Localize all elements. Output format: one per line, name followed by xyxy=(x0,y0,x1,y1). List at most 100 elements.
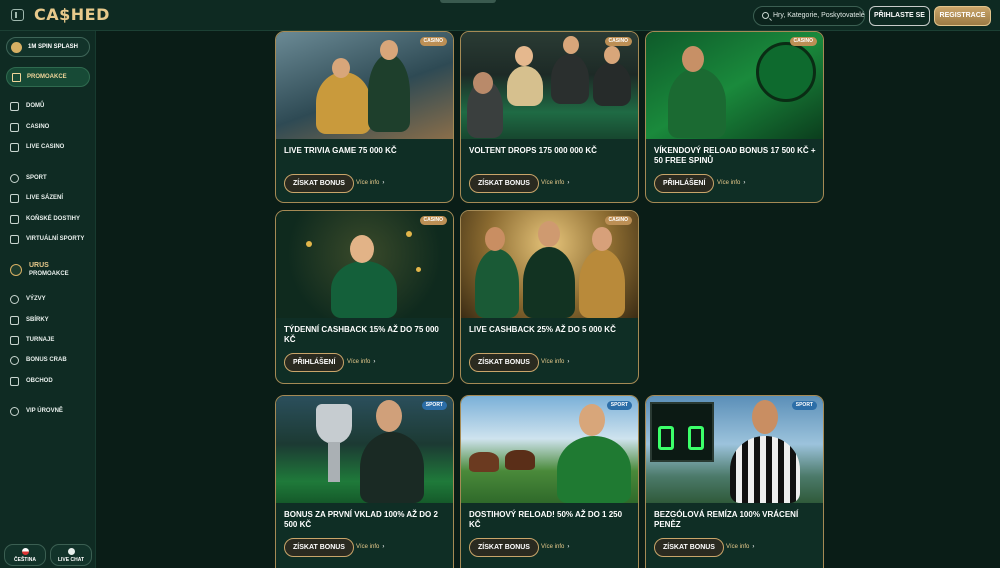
woman-figure-icon xyxy=(331,261,397,318)
promo-card[interactable]: CASINO LIVE CASHBACK 25% AŽ DO 5 000 KČ … xyxy=(460,210,639,384)
promo-card[interactable]: SPORT BEZGÓLOVÁ REMÍZA 100% VRÁCENÍ PENĚ… xyxy=(645,395,824,568)
claim-bonus-button[interactable]: ZÍSKAT BONUS xyxy=(654,538,724,557)
sidebar-item-live-betting[interactable]: LIVE SÁZENÍ xyxy=(10,192,90,206)
man-head-icon xyxy=(563,36,579,54)
sidebar-item-virtual-sports[interactable]: VIRTUÁLNÍ SPORTY xyxy=(10,233,90,247)
sidebar-item-challenges[interactable]: VÝZVY xyxy=(10,293,90,307)
shop-icon xyxy=(10,377,19,386)
woman-head-icon xyxy=(350,235,374,263)
chevron-right-icon: › xyxy=(752,544,755,550)
urus-subtitle: PROMOAKCE xyxy=(29,271,69,277)
more-info-label: Více info xyxy=(717,180,741,186)
woman-head-icon xyxy=(592,227,612,251)
sidebar-item-casino[interactable]: CASINO xyxy=(10,121,90,135)
sidebar-item-label: OBCHOD xyxy=(26,378,53,384)
woman-head-icon xyxy=(332,58,350,78)
sidebar-item-bonus-crab[interactable]: BONUS CRAB xyxy=(10,354,90,368)
claim-bonus-button[interactable]: ZÍSKAT BONUS xyxy=(284,174,354,193)
promo-card-image: CASINO xyxy=(461,211,638,318)
sidebar-item-label: LIVE CASINO xyxy=(26,144,65,150)
more-info-label: Více info xyxy=(541,359,565,365)
category-badge: CASINO xyxy=(604,37,632,46)
claim-bonus-button[interactable]: ZÍSKAT BONUS xyxy=(469,353,539,372)
search-input[interactable]: Hry, Kategorie, Poskytovatelé xyxy=(753,6,865,26)
more-info-label: Více info xyxy=(541,544,565,550)
sidebar-item-label: CASINO xyxy=(26,124,50,130)
sidebar-item-promotions[interactable]: PROMOAKCE xyxy=(6,67,90,87)
chevron-right-icon: › xyxy=(567,359,570,365)
claim-bonus-button[interactable]: ZÍSKAT BONUS xyxy=(469,538,539,557)
promo-card-title: DOSTIHOVÝ RELOAD! 50% AŽ DO 1 250 KČ xyxy=(469,510,623,529)
coin-icon xyxy=(416,267,421,272)
spin-splash-button[interactable]: 1M SPIN SPLASH xyxy=(6,37,90,57)
czech-flag-icon xyxy=(22,548,29,555)
more-info-link[interactable]: Více info › xyxy=(541,180,569,186)
sidebar-item-sport[interactable]: SPORT xyxy=(10,172,90,186)
man-head-icon xyxy=(538,221,560,247)
woman-figure-icon xyxy=(579,249,625,318)
promo-card[interactable]: CASINO VOLTENT DROPS 175 000 000 KČ ZÍSK… xyxy=(460,31,639,203)
sidebar-item-horse-racing[interactable]: KOŇSKÉ DOSTIHY xyxy=(10,213,90,227)
category-badge: CASINO xyxy=(419,216,447,225)
more-info-link[interactable]: Více info › xyxy=(356,180,384,186)
sidebar-item-label: VIRTUÁLNÍ SPORTY xyxy=(26,236,85,242)
promo-card-title: LIVE TRIVIA GAME 75 000 KČ xyxy=(284,146,397,155)
promo-card-title: BEZGÓLOVÁ REMÍZA 100% VRÁCENÍ PENĚZ xyxy=(654,510,799,529)
promo-card-title: BONUS ZA PRVNÍ VKLAD 100% AŽ DO 2 500 KČ xyxy=(284,510,438,529)
chat-icon xyxy=(68,548,75,555)
register-button[interactable]: REGISTRACE xyxy=(934,6,991,26)
more-info-link[interactable]: Více info › xyxy=(726,544,754,550)
more-info-link[interactable]: Více info › xyxy=(541,359,569,365)
more-info-link[interactable]: Více info › xyxy=(717,180,745,186)
casino-icon xyxy=(10,123,19,132)
promo-card-image: CASINO xyxy=(276,211,453,318)
language-button[interactable]: ČEŠTINA xyxy=(4,544,46,566)
live-chat-button[interactable]: LIVE CHAT xyxy=(50,544,92,566)
promo-card[interactable]: CASINO LIVE TRIVIA GAME 75 000 KČ ZÍSKAT… xyxy=(275,31,454,203)
man-head-icon xyxy=(604,46,620,64)
man-head-icon xyxy=(682,46,704,72)
urus-title: URUS xyxy=(29,262,49,269)
more-info-link[interactable]: Více info › xyxy=(356,544,384,550)
virtual-sports-icon xyxy=(10,235,19,244)
sidebar-item-label: LIVE SÁZENÍ xyxy=(26,195,64,201)
promo-card[interactable]: CASINO VÍKENDOVÝ RELOAD BONUS 17 500 KČ … xyxy=(645,31,824,203)
promo-card[interactable]: SPORT BONUS ZA PRVNÍ VKLAD 100% AŽ DO 2 … xyxy=(275,395,454,568)
promotions-label: PROMOAKCE xyxy=(27,74,67,80)
sport-icon xyxy=(10,174,19,183)
man-figure-icon xyxy=(360,432,424,503)
login-button[interactable]: PŘIHLÁŠENÍ xyxy=(654,174,715,193)
category-badge: SPORT xyxy=(606,401,632,410)
sidebar-item-label: BONUS CRAB xyxy=(26,357,67,363)
sidebar-item-urus-promo[interactable]: URUS PROMOAKCE xyxy=(8,262,92,280)
sidebar-item-label: SPORT xyxy=(26,175,47,181)
claim-bonus-button[interactable]: ZÍSKAT BONUS xyxy=(284,538,354,557)
challenges-icon xyxy=(10,295,19,304)
more-info-label: Více info xyxy=(347,359,371,365)
login-button[interactable]: PŘIHLASTE SE xyxy=(869,6,930,26)
sidebar-item-vip[interactable]: VIP ÚROVNĚ xyxy=(10,405,90,419)
sidebar-item-home[interactable]: DOMŮ xyxy=(10,100,90,114)
sidebar-item-tournaments[interactable]: TURNAJE xyxy=(10,334,90,348)
promo-card-image: CASINO xyxy=(646,32,823,139)
woman-figure-icon xyxy=(507,66,543,106)
sidebar-item-shop[interactable]: OBCHOD xyxy=(10,375,90,389)
sidebar-item-live-casino[interactable]: LIVE CASINO xyxy=(10,141,90,155)
sidebar-toggle-icon[interactable] xyxy=(11,9,24,21)
more-info-link[interactable]: Více info › xyxy=(347,359,375,365)
promo-card-title: TÝDENNÍ CASHBACK 15% AŽ DO 75 000 KČ xyxy=(284,325,439,344)
more-info-label: Více info xyxy=(356,180,380,186)
more-info-link[interactable]: Více info › xyxy=(541,544,569,550)
horse-icon xyxy=(469,452,499,472)
coin-icon xyxy=(306,241,312,247)
promo-card[interactable]: SPORT DOSTIHOVÝ RELOAD! 50% AŽ DO 1 250 … xyxy=(460,395,639,568)
man-figure-icon xyxy=(551,54,589,104)
logo[interactable]: CA$HED xyxy=(34,5,110,24)
sidebar-item-label: VÝZVY xyxy=(26,296,46,302)
claim-bonus-button[interactable]: ZÍSKAT BONUS xyxy=(469,174,539,193)
promo-card[interactable]: CASINO TÝDENNÍ CASHBACK 15% AŽ DO 75 000… xyxy=(275,210,454,384)
sidebar-item-collections[interactable]: SBÍRKY xyxy=(10,314,90,328)
login-button[interactable]: PŘIHLÁŠENÍ xyxy=(284,353,345,372)
woman-figure-icon xyxy=(475,249,519,318)
live-chat-label: LIVE CHAT xyxy=(57,557,85,563)
